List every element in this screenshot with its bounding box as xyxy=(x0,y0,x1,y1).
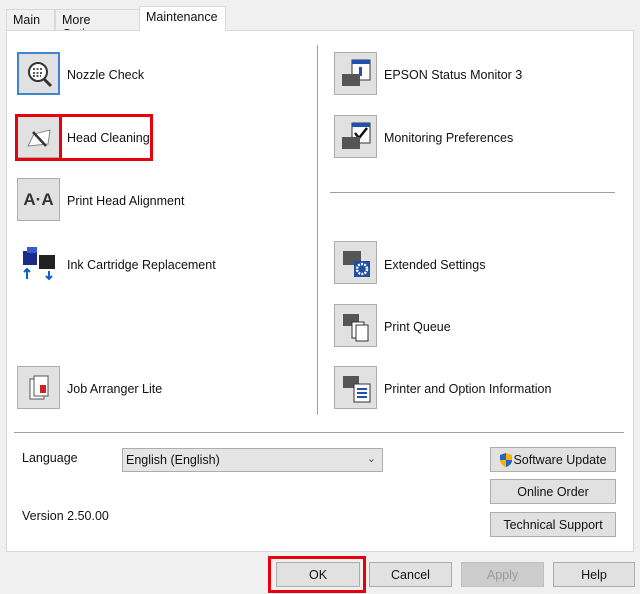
language-value: English (English) xyxy=(126,453,220,467)
print-queue-icon[interactable] xyxy=(334,304,377,347)
chevron-down-icon: ⌄ xyxy=(366,453,376,465)
language-label: Language xyxy=(22,451,78,465)
vertical-divider xyxy=(317,45,318,415)
print-head-alignment-label[interactable]: Print Head Alignment xyxy=(67,194,184,208)
separator xyxy=(14,432,624,433)
software-update-label: Software Update xyxy=(513,452,607,467)
shield-icon xyxy=(500,452,513,467)
print-head-alignment-icon[interactable]: A·A xyxy=(17,178,60,221)
online-order-button[interactable]: Online Order xyxy=(490,479,616,504)
version-text: Version 2.50.00 xyxy=(22,509,109,523)
extended-settings-icon[interactable] xyxy=(334,241,377,284)
ink-cartridge-label[interactable]: Ink Cartridge Replacement xyxy=(67,258,216,272)
monitoring-preferences-label[interactable]: Monitoring Preferences xyxy=(384,131,513,145)
printer-info-label[interactable]: Printer and Option Information xyxy=(384,382,551,396)
highlight-box xyxy=(268,556,366,593)
cancel-button[interactable]: Cancel xyxy=(369,562,452,587)
job-arranger-label[interactable]: Job Arranger Lite xyxy=(67,382,162,396)
nozzle-check-label[interactable]: Nozzle Check xyxy=(67,68,144,82)
software-update-button[interactable]: Software Update xyxy=(490,447,616,472)
highlight-box xyxy=(15,114,62,161)
ink-cartridge-icon[interactable] xyxy=(17,241,60,284)
maintenance-panel xyxy=(6,30,634,552)
apply-button: Apply xyxy=(461,562,544,587)
tab-more-options[interactable]: More Options xyxy=(55,9,140,41)
extended-settings-label[interactable]: Extended Settings xyxy=(384,258,485,272)
job-arranger-icon[interactable] xyxy=(17,366,60,409)
technical-support-button[interactable]: Technical Support xyxy=(490,512,616,537)
status-monitor-icon[interactable] xyxy=(334,52,377,95)
nozzle-check-icon[interactable] xyxy=(17,52,60,95)
printer-info-icon[interactable] xyxy=(334,366,377,409)
monitoring-preferences-icon[interactable] xyxy=(334,115,377,158)
language-select[interactable]: English (English) ⌄ xyxy=(122,448,383,472)
tab-maintenance[interactable]: Maintenance xyxy=(139,6,226,31)
status-monitor-label[interactable]: EPSON Status Monitor 3 xyxy=(384,68,522,82)
tab-main[interactable]: Main xyxy=(6,9,55,31)
highlight-box xyxy=(59,114,153,161)
separator xyxy=(330,192,615,193)
print-queue-label[interactable]: Print Queue xyxy=(384,320,451,334)
help-button[interactable]: Help xyxy=(553,562,635,587)
